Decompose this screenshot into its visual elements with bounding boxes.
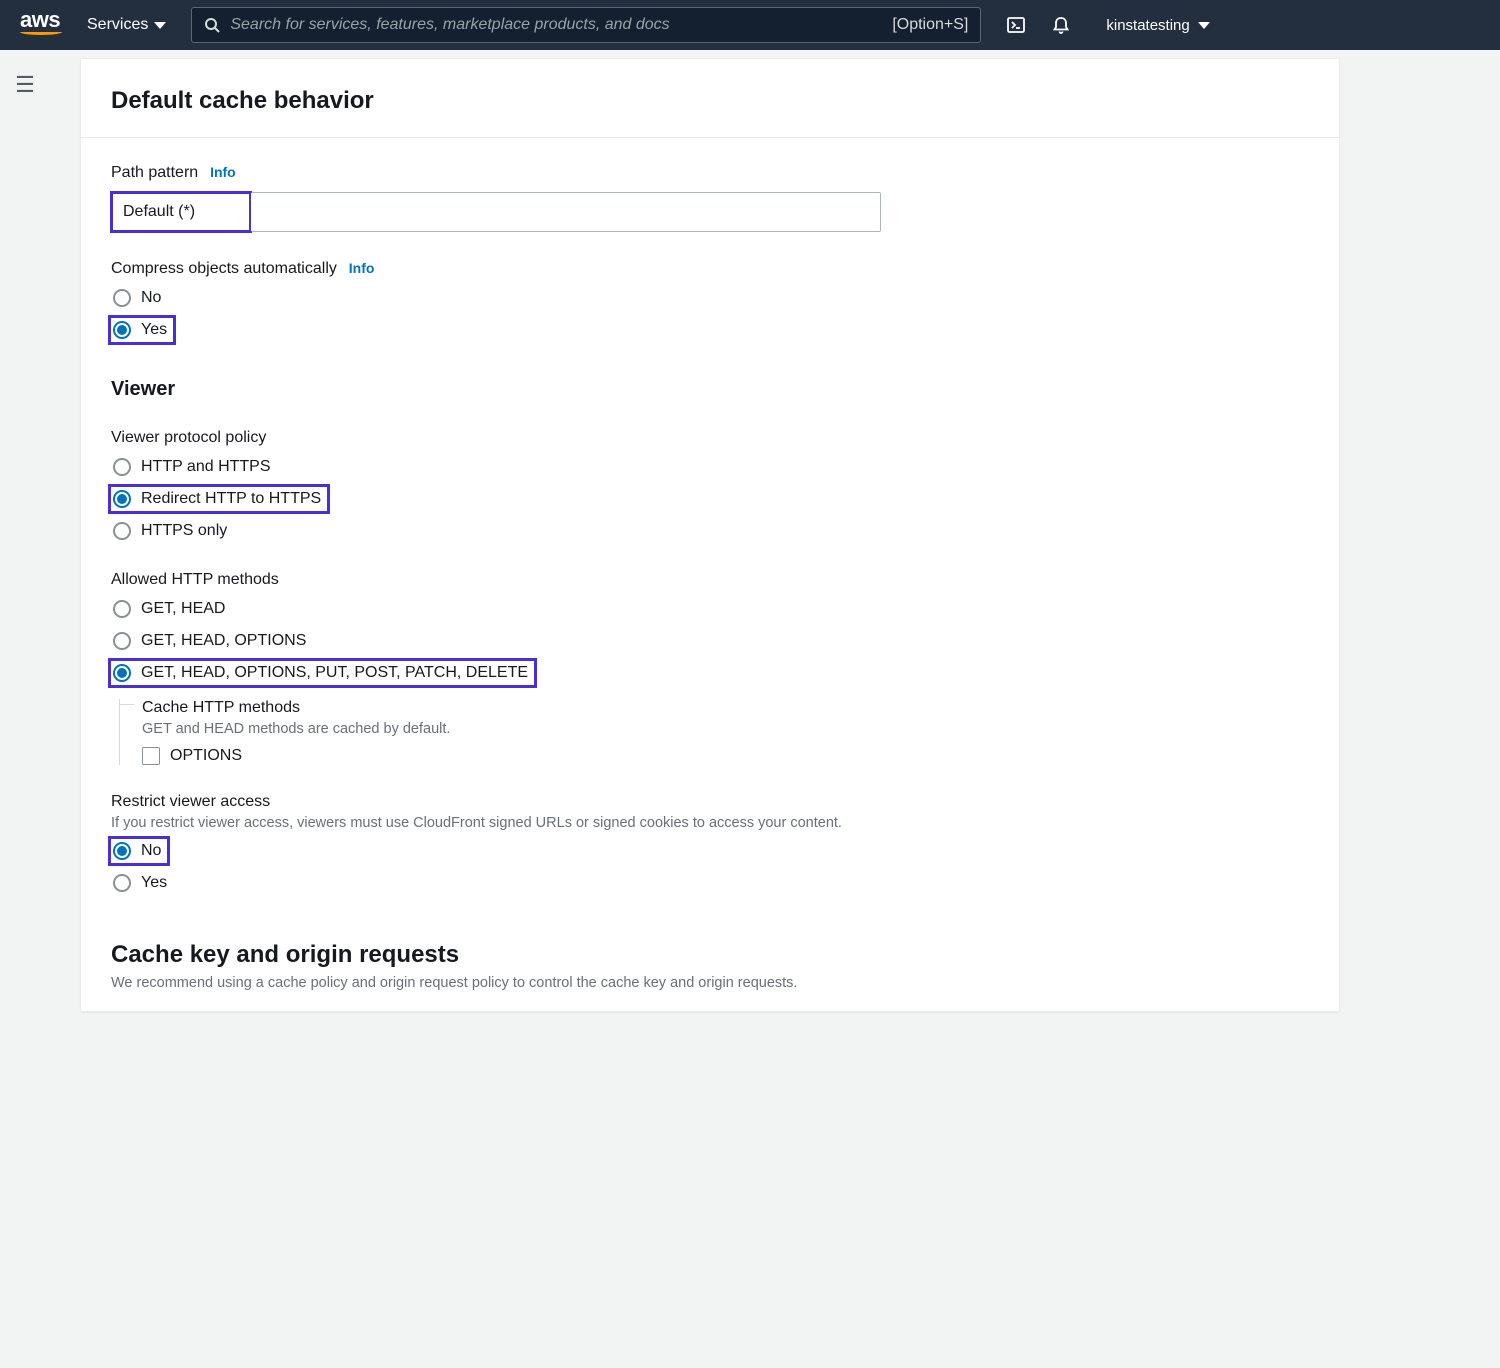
- search-kbd-hint: [Option+S]: [892, 16, 968, 34]
- methods-all-radio[interactable]: GET, HEAD, OPTIONS, PUT, POST, PATCH, DE…: [111, 661, 534, 685]
- allowed-methods-label: Allowed HTTP methods: [111, 571, 1309, 589]
- path-pattern-input-ext: [251, 192, 881, 232]
- radio-icon: [113, 321, 131, 339]
- services-label: Services: [87, 16, 148, 34]
- cache-http-methods-title: Cache HTTP methods: [142, 699, 1309, 717]
- compress-info-link[interactable]: Info: [349, 260, 375, 276]
- hamburger-icon: ☰: [15, 72, 35, 97]
- checkbox-icon: [142, 747, 160, 765]
- viewer-heading: Viewer: [111, 378, 1309, 401]
- services-menu[interactable]: Services: [87, 16, 166, 34]
- radio-icon: [113, 664, 131, 682]
- radio-label: GET, HEAD: [141, 600, 225, 618]
- path-pattern-info-link[interactable]: Info: [210, 164, 236, 180]
- chevron-down-icon: [154, 22, 166, 29]
- radio-icon: [113, 490, 131, 508]
- radio-icon: [113, 458, 131, 476]
- compress-label: Compress objects automatically: [111, 260, 337, 277]
- restrict-viewer-field: Restrict viewer access If you restrict v…: [111, 793, 1309, 895]
- checkbox-label: OPTIONS: [170, 747, 242, 765]
- panel-header: Default cache behavior: [81, 59, 1339, 138]
- radio-label: GET, HEAD, OPTIONS, PUT, POST, PATCH, DE…: [141, 664, 528, 682]
- cache-behavior-panel: Default cache behavior Path pattern Info: [80, 58, 1340, 1012]
- aws-logo[interactable]: aws: [20, 7, 62, 35]
- methods-get-head-radio[interactable]: GET, HEAD: [111, 597, 231, 621]
- protocol-http-https-radio[interactable]: HTTP and HTTPS: [111, 455, 277, 479]
- restrict-viewer-label: Restrict viewer access: [111, 793, 1309, 811]
- protocol-redirect-radio[interactable]: Redirect HTTP to HTTPS: [111, 487, 327, 511]
- radio-label: Redirect HTTP to HTTPS: [141, 490, 321, 508]
- account-menu[interactable]: kinstatesting: [1106, 17, 1209, 34]
- radio-icon: [113, 842, 131, 860]
- radio-icon: [113, 874, 131, 892]
- panel-title: Default cache behavior: [111, 87, 1309, 115]
- viewer-protocol-label: Viewer protocol policy: [111, 429, 1309, 447]
- radio-label: GET, HEAD, OPTIONS: [141, 632, 306, 650]
- cache-http-methods-help: GET and HEAD methods are cached by defau…: [142, 721, 1309, 737]
- cloudshell-icon[interactable]: [1006, 15, 1026, 35]
- restrict-yes-radio[interactable]: Yes: [111, 871, 173, 895]
- notifications-icon[interactable]: [1051, 15, 1071, 35]
- allowed-methods-field: Allowed HTTP methods GET, HEAD GET, HEAD…: [111, 571, 1309, 765]
- search-input[interactable]: [230, 16, 892, 34]
- radio-icon: [113, 600, 131, 618]
- path-pattern-field: Path pattern Info: [111, 164, 1309, 232]
- radio-label: HTTPS only: [141, 522, 227, 540]
- cache-key-heading: Cache key and origin requests: [111, 941, 1309, 969]
- viewer-protocol-field: Viewer protocol policy HTTP and HTTPS Re…: [111, 429, 1309, 543]
- compress-no-radio[interactable]: No: [111, 286, 167, 310]
- path-pattern-label: Path pattern: [111, 164, 198, 181]
- radio-label: HTTP and HTTPS: [141, 458, 271, 476]
- restrict-no-radio[interactable]: No: [111, 839, 167, 863]
- radio-label: No: [141, 289, 161, 307]
- restrict-viewer-help: If you restrict viewer access, viewers m…: [111, 815, 1309, 831]
- radio-label: Yes: [141, 321, 167, 339]
- protocol-https-only-radio[interactable]: HTTPS only: [111, 519, 233, 543]
- compress-yes-radio[interactable]: Yes: [111, 318, 173, 342]
- radio-label: Yes: [141, 874, 167, 892]
- cache-http-methods-block: Cache HTTP methods GET and HEAD methods …: [119, 699, 1309, 765]
- account-label: kinstatesting: [1106, 17, 1189, 34]
- radio-icon: [113, 289, 131, 307]
- content-area: Default cache behavior Path pattern Info: [50, 50, 1500, 1042]
- top-nav: aws Services [Option+S] kinstatesting: [0, 0, 1500, 50]
- global-search[interactable]: [Option+S]: [191, 7, 981, 43]
- radio-label: No: [141, 842, 161, 860]
- cache-key-help: We recommend using a cache policy and or…: [111, 975, 1309, 991]
- search-icon: [204, 17, 220, 33]
- compress-field: Compress objects automatically Info No Y…: [111, 260, 1309, 342]
- radio-icon: [113, 522, 131, 540]
- radio-icon: [113, 632, 131, 650]
- sidebar-toggle[interactable]: ☰: [0, 50, 50, 1042]
- path-pattern-input[interactable]: [111, 192, 251, 232]
- chevron-down-icon: [1198, 22, 1210, 29]
- methods-get-head-options-radio[interactable]: GET, HEAD, OPTIONS: [111, 629, 312, 653]
- cache-options-checkbox[interactable]: OPTIONS: [142, 747, 1309, 765]
